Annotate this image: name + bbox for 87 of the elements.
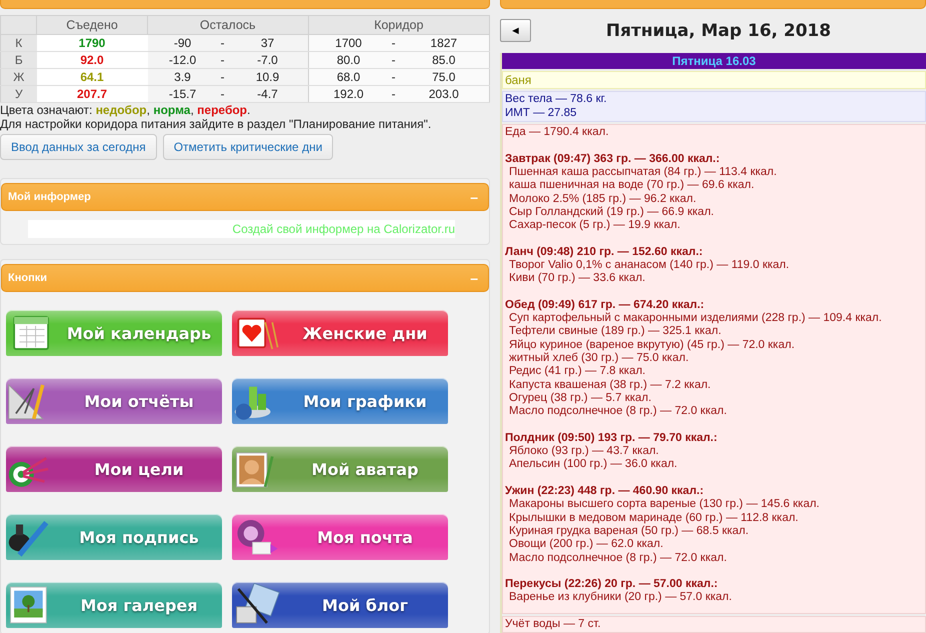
table-header: Осталось bbox=[148, 16, 308, 34]
stat-line: ИМТ — 27.85 bbox=[505, 106, 578, 120]
table-cell: 80.0 bbox=[308, 52, 388, 68]
table-cell: 68.0 bbox=[308, 68, 388, 86]
table-cell: 10.9 bbox=[228, 68, 308, 86]
menu-button[interactable]: Мои отчёты bbox=[6, 378, 222, 424]
day-header: Пятница 16.03 bbox=[502, 53, 926, 70]
table-cell: -12.0 bbox=[148, 52, 218, 68]
meal-title: Ужин (22:23) 448 гр. — 460.90 ккал.: bbox=[505, 485, 705, 498]
meal-title: Перекусы (22:26) 20 гр. — 57.00 ккал.: bbox=[505, 578, 719, 592]
action-button[interactable]: Ввод данных за сегодня bbox=[0, 134, 157, 160]
food-item: житный хлеб (30 гр.) — 75.0 ккал. bbox=[508, 352, 690, 366]
food-item: Яйцо куриное (вареное вкрутую) (45 гр.) — 72.0 ккал. bbox=[508, 338, 796, 352]
legend-item: перебор bbox=[197, 103, 248, 117]
menu-button[interactable]: Моя галерея bbox=[6, 582, 222, 628]
day-note: баня bbox=[502, 71, 926, 90]
food-item: Масло подсолнечное (8 гр.) — 72.0 ккал. bbox=[508, 552, 728, 565]
food-item: Куриная грудка вареная (50 гр.) — 68.5 ккал. bbox=[508, 524, 750, 538]
table-cell: 75.0 bbox=[398, 68, 490, 86]
stat-line: Вес тела — 78.6 кг. bbox=[505, 93, 608, 107]
row-label: К bbox=[0, 34, 36, 52]
table-cell: 37 bbox=[228, 34, 308, 52]
menu-button[interactable]: Женские дни bbox=[232, 310, 448, 356]
table-cell: 64.1 bbox=[36, 68, 148, 86]
food-item: Киви (70 гр.) — 33.6 ккал. bbox=[508, 272, 646, 286]
table-cell: 207.7 bbox=[36, 86, 148, 102]
food-item: Сыр Голландский (19 гр.) — 66.9 ккал. bbox=[508, 206, 715, 220]
food-item: Молоко 2.5% (185 гр.) — 96.2 ккал. bbox=[508, 192, 698, 206]
food-item: Капуста квашеная (38 гр.) — 7.2 ккал. bbox=[508, 378, 712, 392]
table-cell: 92.0 bbox=[36, 52, 148, 68]
menu-button[interactable]: Мой календарь bbox=[6, 310, 222, 356]
menu-button[interactable]: Моя подпись bbox=[6, 514, 222, 560]
table-header: Коридор bbox=[308, 16, 490, 34]
food-item: Масло подсолнечное (8 гр.) — 72.0 ккал. bbox=[508, 405, 728, 419]
row-label: У bbox=[0, 86, 36, 102]
legend-separator: , bbox=[190, 103, 195, 117]
menu-button[interactable]: Мой блог bbox=[232, 582, 448, 628]
food-item: Творог Valio 0,1% с ананасом (140 гр.) — 119.0 ккал. bbox=[508, 258, 790, 272]
food-item: каша пшеничная на воде (70 гр.) — 69.6 ккал. bbox=[508, 179, 756, 192]
food-item: Яблоко (93 гр.) — 43.7 ккал. bbox=[508, 445, 660, 458]
meal-title: Обед (09:49) 617 гр. — 674.20 ккал.: bbox=[505, 298, 706, 312]
table-cell: 1827 bbox=[398, 34, 490, 52]
water-total: Учёт воды — 7 ст. bbox=[505, 618, 602, 631]
table-cell: -4.7 bbox=[228, 86, 308, 102]
row-label: Ж bbox=[0, 68, 36, 86]
table-cell: -15.7 bbox=[148, 86, 218, 102]
food-item: Овощи (200 гр.) — 62.0 ккал. bbox=[508, 538, 664, 552]
meal-title: Завтрак (09:47) 363 гр. — 366.00 ккал.: bbox=[505, 152, 721, 166]
menu-button[interactable]: Мои графики bbox=[232, 378, 448, 424]
previous-button[interactable]: ◄ bbox=[500, 19, 531, 42]
food-item: Тефтели свиные (189 гр.) — 325.1 ккал. bbox=[508, 325, 722, 339]
legend-separator: , bbox=[146, 103, 151, 117]
row-label: Б bbox=[0, 52, 36, 68]
table-cell: 1700 bbox=[308, 34, 388, 52]
legend-label: Цвета означают: bbox=[0, 103, 94, 117]
food-total: Еда — 1790.4 ккал. bbox=[505, 126, 610, 140]
table-cell: -7.0 bbox=[228, 52, 308, 68]
panel-title: Мой информер bbox=[8, 191, 91, 203]
legend-item: недобор bbox=[96, 103, 147, 117]
date-title: Пятница, Мар 16, 2018 bbox=[605, 20, 832, 41]
legend-separator: . bbox=[247, 103, 250, 117]
food-item: Сахар-песок (5 гр.) — 19.9 ккал. bbox=[508, 219, 682, 232]
hint-text: Для настройки коридора питания зайдите в раздел "Планирование питания". bbox=[0, 117, 432, 131]
table-cell: 203.0 bbox=[398, 86, 490, 102]
food-item: Варенье из клубники (20 гр.) — 57.0 ккал. bbox=[508, 591, 733, 605]
action-button[interactable]: Отметить критические дни bbox=[162, 134, 334, 160]
legend-item: норма bbox=[153, 103, 190, 117]
table-header bbox=[0, 16, 36, 34]
table-cell: 192.0 bbox=[308, 86, 388, 102]
meal-title: Ланч (09:48) 210 гр. — 152.60 ккал.: bbox=[505, 246, 704, 259]
food-item: Редис (41 гр.) — 7.8 ккал. bbox=[508, 365, 647, 379]
food-item: Апельсин (100 гр.) — 36.0 ккал. bbox=[508, 458, 678, 472]
food-item: Пшенная каша рассыпчатая (84 гр.) — 113.4 ккал. bbox=[508, 166, 778, 180]
table-cell: 85.0 bbox=[398, 52, 490, 68]
food-item: Огурец (38 гр.) — 5.7 ккал. bbox=[508, 392, 652, 406]
table-cell: -90 bbox=[148, 34, 218, 52]
table-cell: 1790 bbox=[36, 34, 148, 52]
table-header: Съедено bbox=[36, 16, 148, 34]
menu-button[interactable]: Моя почта bbox=[232, 514, 448, 560]
food-item: Суп картофельный с макаронными изделиями (228 гр.) — 109.4 ккал. bbox=[508, 312, 883, 326]
food-item: Макароны высшего сорта вареные (130 гр.) — 145.6 ккал. bbox=[508, 498, 820, 512]
menu-button[interactable]: Мои цели bbox=[6, 446, 222, 492]
meal-title: Полдник (09:50) 193 гр. — 79.70 ккал.: bbox=[505, 432, 718, 446]
menu-button[interactable]: Мой аватар bbox=[232, 446, 448, 492]
table-cell: 3.9 bbox=[148, 68, 218, 86]
food-item: Крылышки в медовом маринаде (60 гр.) — 112.8 ккал. bbox=[508, 512, 800, 525]
panel-title: Кнопки bbox=[8, 272, 47, 284]
